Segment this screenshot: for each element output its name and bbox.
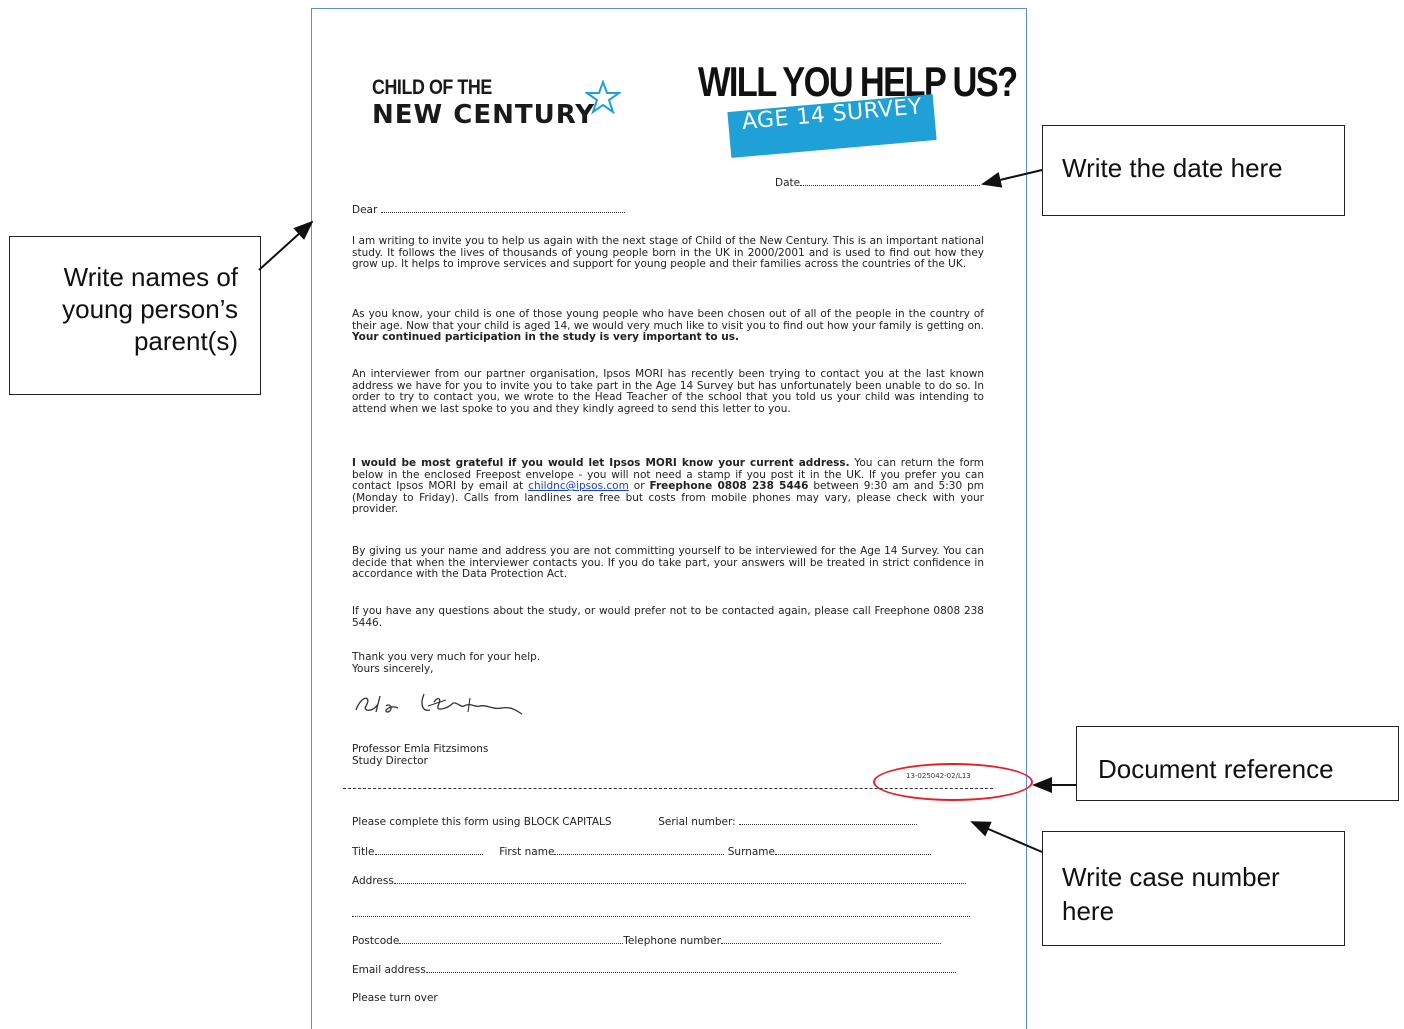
arrow-case-number: [970, 821, 1043, 853]
callout-arrows: [258, 169, 1076, 853]
arrow-parents: [258, 220, 314, 271]
arrow-date: [981, 169, 1043, 188]
